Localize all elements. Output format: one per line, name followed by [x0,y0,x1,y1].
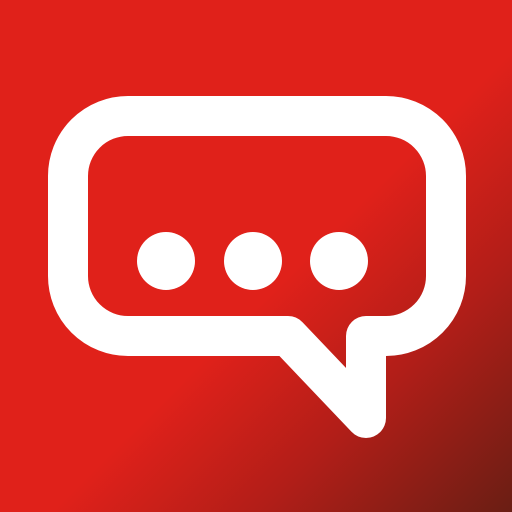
app-icon [0,0,512,512]
ellipsis-dot-middle [224,232,282,290]
ellipsis-dot-left [137,232,195,290]
ellipsis-dot-right [310,232,368,290]
chat-bubble-ellipsis-icon [0,0,512,512]
